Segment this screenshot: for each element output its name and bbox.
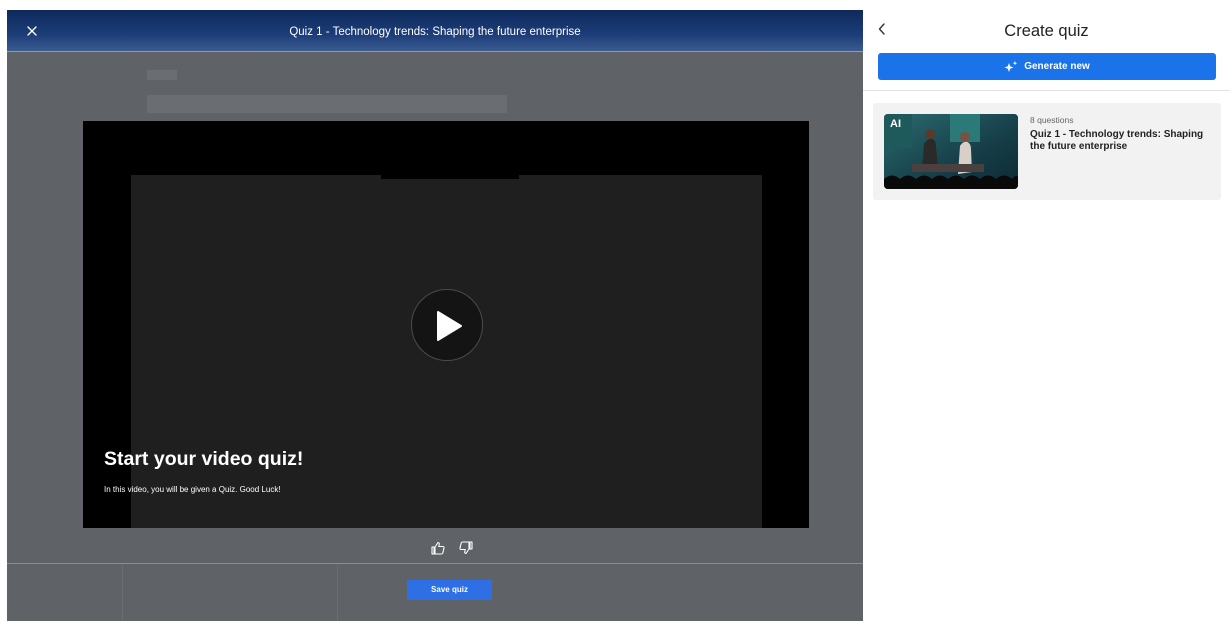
create-quiz-panel: Create quiz Generate new AI 8 questions …	[863, 0, 1230, 621]
video-subtext: In this video, you will be given a Quiz.…	[104, 485, 281, 494]
close-icon	[27, 26, 37, 36]
modal-header: Quiz 1 - Technology trends: Shaping the …	[7, 10, 863, 52]
panel-divider	[863, 90, 1230, 91]
footer-divider	[7, 563, 863, 564]
like-button[interactable]	[431, 541, 445, 555]
panel-title: Create quiz	[1004, 22, 1089, 40]
feedback-buttons	[431, 541, 473, 557]
quiz-title: Quiz 1 - Technology trends: Shaping the …	[1030, 129, 1204, 152]
quiz-thumbnail: AI	[884, 114, 1018, 189]
sparkle-icon	[1004, 60, 1018, 72]
generate-new-label: Generate new	[1024, 61, 1090, 72]
thumbs-down-icon	[459, 541, 473, 555]
background-ghost	[122, 565, 123, 621]
video-player[interactable]: Start your video quiz! In this video, yo…	[83, 121, 809, 528]
thumbnail-text: AI	[890, 118, 901, 130]
background-ghost	[337, 565, 338, 621]
background-ghost	[147, 70, 177, 80]
play-icon	[437, 311, 462, 341]
background-ghost	[147, 95, 507, 113]
dislike-button[interactable]	[459, 541, 473, 555]
generate-new-button[interactable]: Generate new	[878, 53, 1216, 80]
video-frame-notch	[381, 175, 519, 179]
quiz-card[interactable]: AI 8 questions Quiz 1 - Technology trend…	[873, 103, 1221, 200]
thumbnail-image	[884, 114, 1018, 189]
video-heading: Start your video quiz!	[104, 448, 304, 470]
modal-title: Quiz 1 - Technology trends: Shaping the …	[289, 26, 581, 38]
save-quiz-button[interactable]: Save quiz	[407, 580, 492, 600]
play-button[interactable]	[411, 289, 483, 361]
video-quiz-modal: Quiz 1 - Technology trends: Shaping the …	[7, 10, 863, 621]
thumbs-up-icon	[431, 541, 445, 555]
close-button[interactable]	[23, 22, 41, 40]
question-count: 8 questions	[1030, 115, 1074, 125]
